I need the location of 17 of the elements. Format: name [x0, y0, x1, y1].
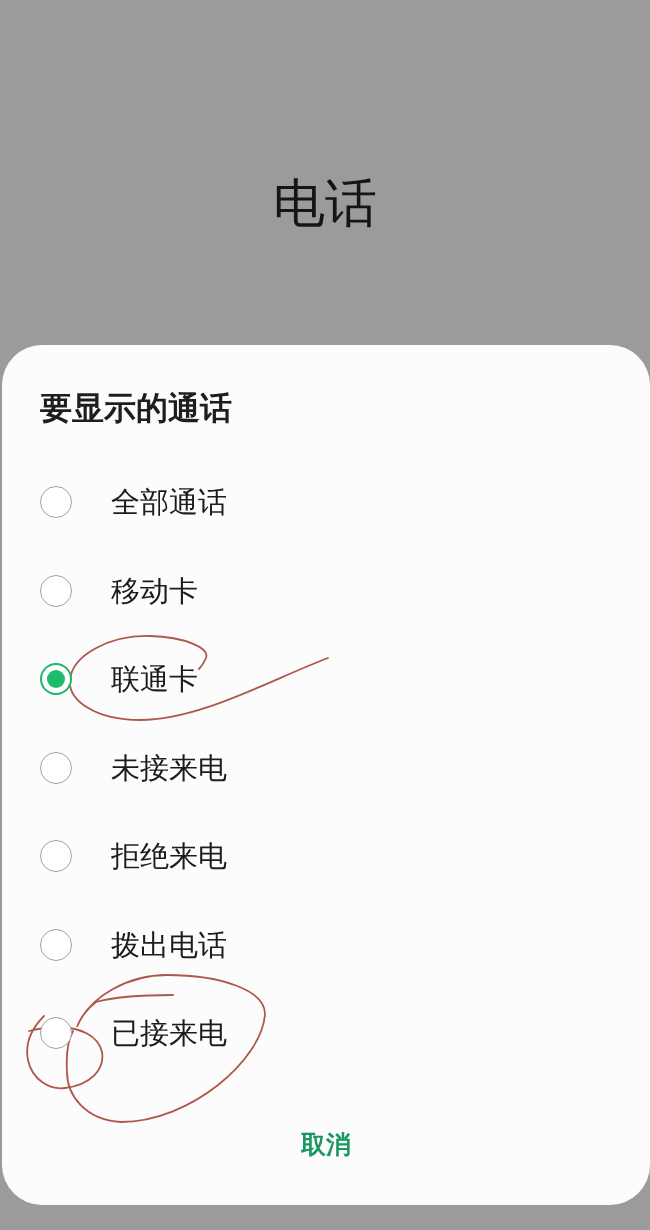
radio-option[interactable]: 未接来电 — [2, 723, 650, 812]
radio-button[interactable] — [40, 840, 72, 873]
radio-button[interactable] — [40, 751, 72, 784]
cancel-button[interactable]: 取消 — [277, 1119, 375, 1170]
radio-option[interactable]: 已接来电 — [2, 989, 650, 1078]
radio-button[interactable] — [40, 574, 72, 607]
screen-title: 电话 — [273, 173, 377, 234]
radio-option[interactable]: 拒绝来电 — [2, 812, 650, 901]
radio-option[interactable]: 拨出电话 — [2, 900, 650, 989]
radio-button[interactable] — [40, 928, 72, 961]
radio-button[interactable] — [40, 663, 72, 696]
dialog-title: 要显示的通话 — [40, 390, 232, 426]
radio-option[interactable]: 移动卡 — [2, 546, 650, 635]
radio-option[interactable]: 联通卡 — [2, 635, 650, 724]
radio-button[interactable] — [40, 486, 72, 519]
radio-option[interactable]: 全部通话 — [2, 458, 650, 547]
radio-button[interactable] — [40, 1017, 72, 1050]
